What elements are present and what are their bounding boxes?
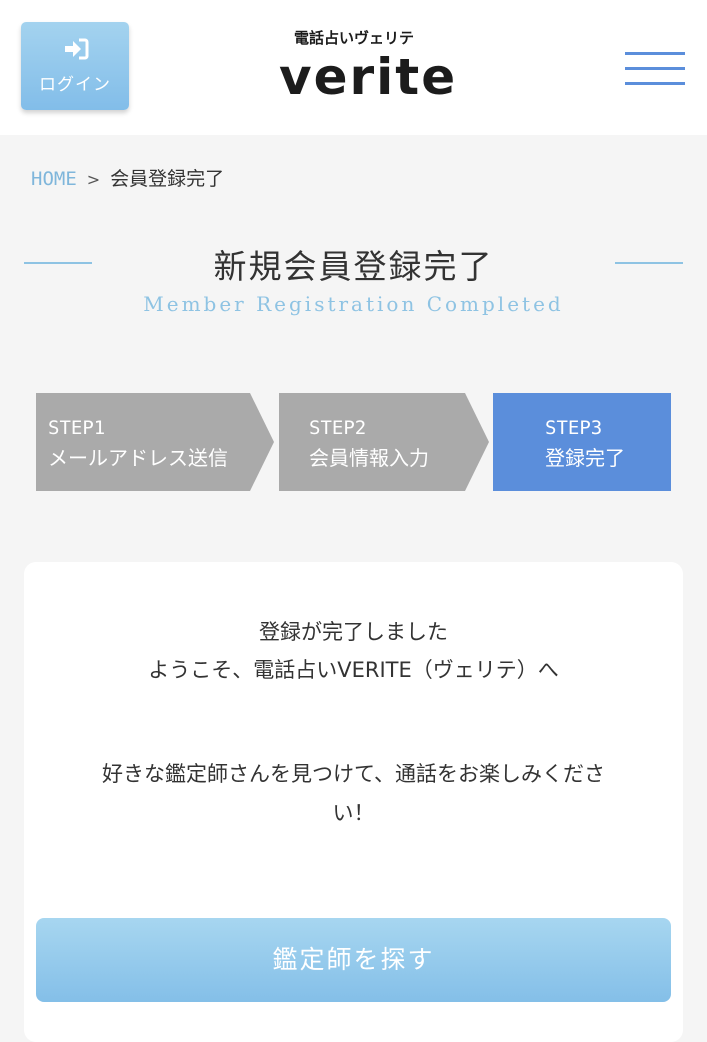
hamburger-icon-bar: [625, 82, 685, 85]
breadcrumb-current: 会員登録完了: [110, 168, 225, 190]
login-icon: [65, 38, 89, 60]
breadcrumb: HOME > 会員登録完了: [31, 166, 224, 192]
site-logo[interactable]: 電話占いヴェリテ verite: [279, 28, 458, 114]
step-3-number: STEP3: [545, 417, 603, 439]
step-1: STEP1 メールアドレス送信: [36, 393, 274, 491]
hamburger-icon-bar: [625, 52, 685, 55]
step-1-label: メールアドレス送信: [48, 446, 228, 470]
find-fortune-teller-button[interactable]: 鑑定師を探す: [36, 918, 671, 1002]
site-header: ログイン 電話占いヴェリテ verite: [0, 0, 707, 135]
title-divider-right: [615, 262, 683, 264]
step-1-text: STEP1 メールアドレス送信: [48, 413, 228, 473]
breadcrumb-separator: >: [86, 170, 101, 189]
step-3-text: STEP3 登録完了: [545, 413, 625, 473]
welcome-message: ようこそ、電話占いVERITE（ヴェリテ）へ: [148, 658, 559, 682]
logo-wordmark: verite: [279, 48, 458, 106]
step-2-text: STEP2 会員情報入力: [309, 413, 429, 473]
title-divider-left: [24, 262, 92, 264]
login-label: ログイン: [39, 75, 111, 95]
step-1-number: STEP1: [48, 417, 106, 439]
step-3-label: 登録完了: [545, 446, 625, 470]
step-3: STEP3 登録完了: [493, 393, 671, 491]
step-2-label: 会員情報入力: [309, 446, 429, 470]
logo-subtitle: 電話占いヴェリテ: [293, 29, 414, 47]
page-title: 新規会員登録完了: [213, 247, 494, 286]
completion-card: 登録が完了しました ようこそ、電話占いVERITE（ヴェリテ）へ 好きな鑑定師さ…: [24, 562, 683, 1042]
registration-steps: STEP1 メールアドレス送信 STEP2 会員情報入力 STEP3 登録完了: [0, 393, 707, 491]
hamburger-icon-bar: [625, 67, 685, 70]
step-2-number: STEP2: [309, 417, 367, 439]
completion-message: 登録が完了しました: [259, 620, 448, 644]
page-subtitle: Member Registration Completed: [143, 292, 564, 316]
menu-button[interactable]: [622, 48, 688, 90]
step-2: STEP2 会員情報入力: [279, 393, 489, 491]
breadcrumb-home-link[interactable]: HOME: [31, 168, 77, 190]
login-button[interactable]: ログイン: [21, 22, 129, 110]
encouragement-message-line1: 好きな鑑定師さんを見つけて、通話をお楽しみくださ: [102, 762, 605, 786]
encouragement-message-line2: い！: [332, 801, 375, 825]
